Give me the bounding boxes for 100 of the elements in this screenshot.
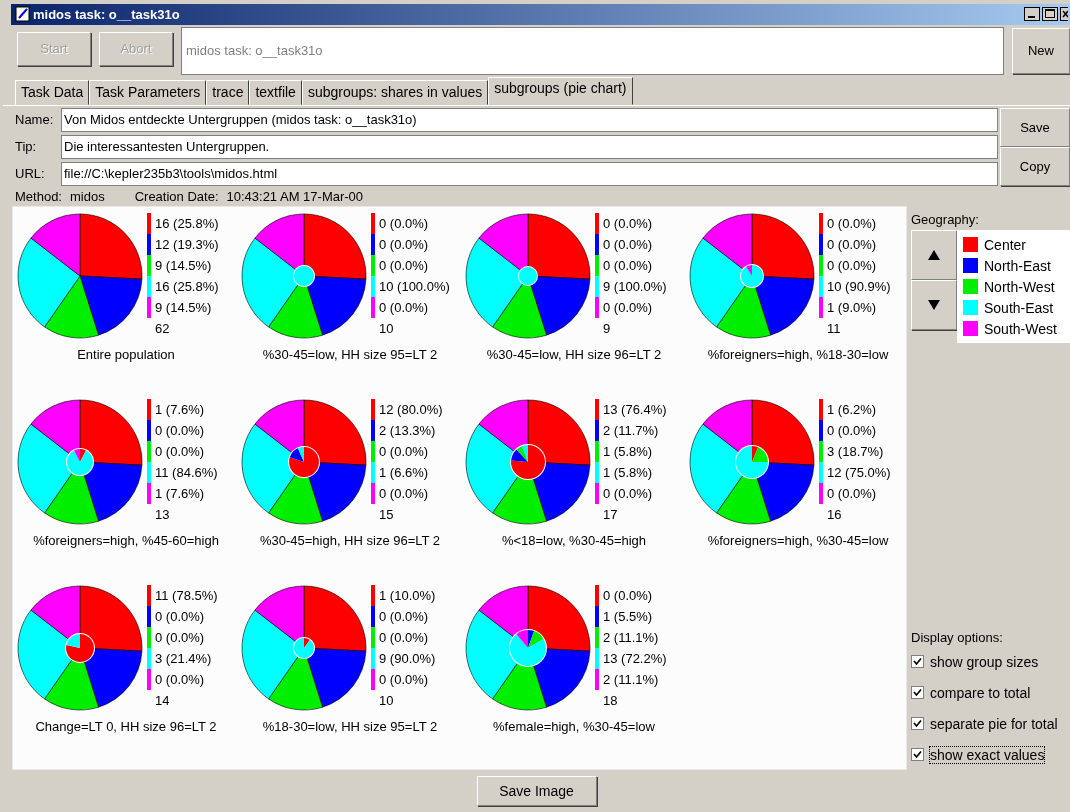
value-label: 16 (25.8%) xyxy=(155,216,219,232)
option-label[interactable]: compare to total xyxy=(930,684,1031,701)
checkbox[interactable] xyxy=(911,686,924,700)
value-label: 9 (90.0%) xyxy=(379,651,436,667)
value-label: 0 (0.0%) xyxy=(603,216,653,232)
save-image-button[interactable]: Save Image xyxy=(476,776,597,807)
value-label: 10 (90.9%) xyxy=(827,279,891,295)
pie-caption: %30-45=high, HH size 96=LT 2 xyxy=(258,533,442,550)
value-label: 0 (0.0%) xyxy=(379,486,429,502)
input-field[interactable]: file://C:\kepler235b3\tools\midos.html xyxy=(61,161,998,186)
legend-label[interactable]: North-East xyxy=(984,257,1051,274)
subgroup-pie-drawing xyxy=(740,264,764,289)
maximize-icon[interactable] xyxy=(1042,7,1058,22)
tab[interactable]: subgroups: shares in values xyxy=(301,79,489,105)
value-label: 0 (0.0%) xyxy=(155,672,205,688)
tab[interactable]: textfile xyxy=(249,79,302,105)
pie-caption: %18-30=low, HH size 95=LT 2 xyxy=(261,719,439,736)
value-label: 0 (0.0%) xyxy=(603,300,653,316)
method-label: Method: xyxy=(15,188,62,206)
pie-caption: Entire population xyxy=(76,347,176,364)
field-label: URL: xyxy=(15,166,46,182)
move-down-button[interactable] xyxy=(911,280,957,331)
move-up-button[interactable] xyxy=(911,230,957,281)
group-size: 17 xyxy=(603,507,618,523)
legend-label[interactable]: South-East xyxy=(984,299,1054,316)
checkbox[interactable] xyxy=(911,655,924,669)
pie-caption: %female=high, %30-45=low xyxy=(492,719,656,736)
value-label: 0 (0.0%) xyxy=(379,672,429,688)
input-field[interactable]: Die interessantesten Untergruppen. xyxy=(61,134,998,159)
value-label: 12 (75.0%) xyxy=(827,465,891,481)
close-icon[interactable] xyxy=(1060,7,1068,22)
group-size: 10 xyxy=(379,321,394,337)
group-size: 11 xyxy=(827,321,841,337)
tab[interactable]: Task Parameters xyxy=(89,79,207,105)
value-label: 1 (7.6%) xyxy=(155,486,205,502)
value-label: 0 (0.0%) xyxy=(827,216,877,232)
value-label: 0 (0.0%) xyxy=(379,630,429,646)
value-label: 2 (11.1%) xyxy=(603,630,659,646)
value-label: 0 (0.0%) xyxy=(379,300,429,316)
subgroup-pie-drawing xyxy=(288,446,320,479)
value-label: 16 (25.8%) xyxy=(155,279,219,295)
tab[interactable]: Task Data xyxy=(15,79,90,105)
pie-caption: %30-45=low, HH size 95=LT 2 xyxy=(261,347,439,364)
side-button[interactable]: Save xyxy=(1000,107,1070,147)
option-label[interactable]: show group sizes xyxy=(930,653,1039,670)
value-label: 2 (11.1%) xyxy=(603,672,659,688)
value-label: 0 (0.0%) xyxy=(379,258,429,274)
subgroup-pie-drawing xyxy=(735,445,769,480)
subgroup-pie-drawing xyxy=(510,444,546,481)
group-size: 18 xyxy=(603,693,618,709)
value-label: 9 (14.5%) xyxy=(155,300,212,316)
value-label: 0 (0.0%) xyxy=(379,216,429,232)
legend-label[interactable]: South-West xyxy=(984,320,1057,337)
subgroup-pie-drawing xyxy=(509,629,547,668)
pie-caption: %foreigners=high, %18-30=low xyxy=(706,347,890,364)
value-label: 0 (0.0%) xyxy=(603,237,653,253)
document-icon xyxy=(15,6,31,23)
display-options-label: Display options: xyxy=(911,630,1004,647)
value-label: 12 (19.3%) xyxy=(155,237,219,253)
value-label: 0 (0.0%) xyxy=(155,423,205,439)
value-label: 3 (21.4%) xyxy=(155,651,212,667)
tab[interactable]: trace xyxy=(206,79,250,105)
method-value: midos xyxy=(70,188,105,206)
up-triangle-icon xyxy=(928,250,940,261)
value-label: 9 (14.5%) xyxy=(155,258,212,274)
minimize-icon[interactable] xyxy=(1024,7,1040,22)
option-label[interactable]: separate pie for total xyxy=(930,715,1058,732)
legend-label[interactable]: North-West xyxy=(984,278,1055,295)
value-label: 0 (0.0%) xyxy=(155,609,205,625)
side-button[interactable]: Copy xyxy=(1000,146,1070,186)
date-label: Creation Date: xyxy=(134,188,219,206)
value-label: 0 (0.0%) xyxy=(827,423,877,439)
value-label: 1 (7.6%) xyxy=(155,402,205,418)
pie-caption: %foreigners=high, %30-45=low xyxy=(706,533,890,550)
checkbox[interactable] xyxy=(911,748,924,762)
legend-label[interactable]: Center xyxy=(984,236,1027,253)
field-label: Name: xyxy=(15,112,55,128)
new-button[interactable]: New xyxy=(1012,27,1070,74)
tab[interactable]: subgroups (pie chart) xyxy=(488,76,633,105)
checkbox[interactable] xyxy=(911,717,924,731)
value-label: 1 (5.5%) xyxy=(603,609,653,625)
value-label: 10 (100.0%) xyxy=(379,279,450,295)
input-field[interactable]: Von Midos entdeckte Untergruppen (midos task: o__task31o) xyxy=(61,107,998,132)
value-label: 0 (0.0%) xyxy=(603,486,653,502)
down-triangle-icon xyxy=(928,300,940,311)
value-label: 2 (13.3%) xyxy=(379,423,436,439)
value-label: 0 (0.0%) xyxy=(827,258,877,274)
subgroup-pie-drawing xyxy=(293,265,315,288)
value-label: 3 (18.7%) xyxy=(827,444,884,460)
option-label[interactable]: show exact values xyxy=(930,746,1045,763)
value-label: 0 (0.0%) xyxy=(827,486,877,502)
pie-caption: %<18=low, %30-45=high xyxy=(500,533,648,550)
value-label: 0 (0.0%) xyxy=(155,630,205,646)
pie-caption: %30-45=low, HH size 96=LT 2 xyxy=(485,347,663,364)
geography-label: Geography: xyxy=(911,212,980,229)
subgroup-pie-drawing xyxy=(293,637,315,660)
value-label: 13 (76.4%) xyxy=(603,402,667,418)
group-size: 62 xyxy=(155,321,170,337)
subgroup-pie-drawing xyxy=(518,266,538,287)
subgroup-pie-drawing xyxy=(65,633,95,664)
